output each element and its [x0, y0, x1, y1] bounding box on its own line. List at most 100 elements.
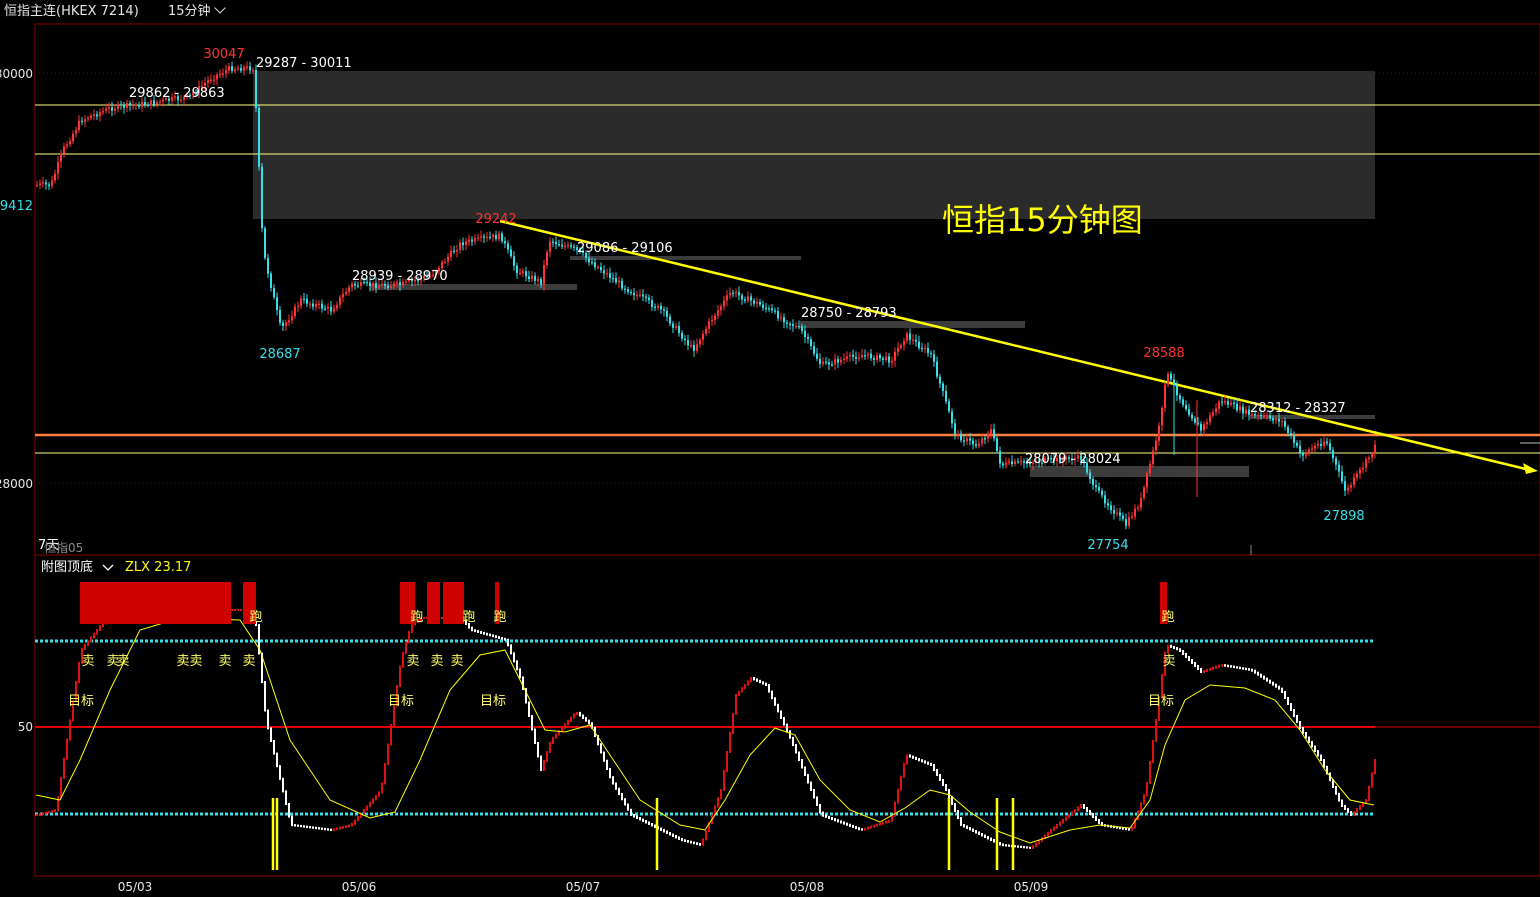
oscillator-bar [1083, 804, 1085, 809]
oscillator-bar [1374, 759, 1376, 775]
candle [60, 149, 62, 168]
oscillator-bar [66, 738, 68, 760]
candle [930, 350, 932, 358]
candle [1155, 436, 1157, 456]
candle [318, 300, 320, 310]
candle [669, 313, 671, 327]
candle [759, 298, 761, 307]
oscillator-bar [840, 820, 842, 824]
oscillator-bar [471, 626, 473, 632]
candle [282, 319, 284, 331]
oscillator-bar [264, 681, 266, 712]
candle [990, 423, 992, 439]
candle [810, 336, 812, 350]
oscillator-bar [885, 820, 887, 824]
extreme-label-high: 28588 [1143, 346, 1184, 361]
candle [606, 268, 608, 278]
candle [933, 349, 935, 367]
candle [1011, 455, 1013, 468]
oscillator-bar [1230, 665, 1232, 668]
candle [963, 434, 965, 447]
oscillator-bar [1278, 685, 1280, 690]
oscillator-bar [543, 760, 545, 771]
level-50-label: 50 [18, 720, 33, 734]
candle [69, 137, 71, 148]
oscillator-bar [798, 751, 800, 761]
candle [483, 233, 485, 244]
oscillator-bar [1128, 828, 1130, 831]
candle [642, 289, 644, 302]
candle [321, 299, 323, 313]
candle [948, 398, 950, 414]
oscillator-bar [1221, 664, 1223, 667]
oscillator-bar [39, 813, 41, 816]
date-label: 05/06 [342, 880, 377, 894]
candle [339, 295, 341, 309]
candle [348, 284, 350, 296]
candle [1362, 461, 1364, 474]
candle [747, 291, 749, 304]
candle [516, 262, 518, 279]
oscillator-bar [1020, 845, 1022, 848]
candle [780, 312, 782, 322]
oscillator-bar [546, 751, 548, 762]
candle [1020, 455, 1022, 466]
candle [1218, 399, 1220, 414]
candle [42, 176, 44, 188]
candle [987, 430, 989, 443]
candle [96, 110, 98, 121]
oscillator-bar [90, 636, 92, 643]
oscillator-bar [282, 777, 284, 793]
candle [66, 141, 68, 150]
candle [900, 343, 902, 351]
oscillator-bar [1194, 662, 1196, 667]
candle [306, 294, 308, 307]
signal-run-label: 跑 [1161, 610, 1174, 625]
candle [903, 337, 905, 351]
oscillator-bar [849, 823, 851, 827]
candle [495, 230, 497, 242]
oscillator-bar [1176, 647, 1178, 651]
candle [918, 335, 920, 351]
oscillator-bar [372, 798, 374, 804]
candle [657, 303, 659, 311]
price-label-30000: 30000 [0, 67, 33, 81]
candle [330, 301, 332, 316]
candle [1143, 485, 1145, 501]
candle [768, 305, 770, 312]
candle [828, 358, 830, 371]
trend-line [499, 219, 1531, 472]
oscillator-bar [666, 830, 668, 834]
candle [984, 435, 986, 445]
candle [648, 294, 650, 304]
candle [1167, 371, 1169, 388]
candle [1239, 400, 1241, 414]
candle [705, 325, 707, 337]
oscillator-bar [912, 755, 914, 759]
top-zone-block [80, 582, 231, 624]
candle [1356, 470, 1358, 481]
oscillator-bar [729, 732, 731, 753]
oscillator-bar [828, 815, 830, 819]
oscillator-bar [1200, 668, 1202, 673]
candle [246, 61, 248, 71]
oscillator-bar [1149, 761, 1151, 784]
oscillator-bar [267, 709, 269, 730]
candle [672, 321, 674, 334]
oscillator-bar [366, 805, 368, 811]
price-chart[interactable]: 30000 28000 恒指15分钟图 30047 29412 28687 29242 277… [0, 0, 1540, 897]
range-label: 29287 - 30011 [256, 56, 352, 71]
oscillator-bar [867, 826, 869, 830]
candle [720, 303, 722, 316]
candle [699, 337, 701, 348]
oscillator-bar [1218, 664, 1220, 668]
oscillator-bar [1212, 666, 1214, 670]
candle [1200, 421, 1202, 435]
candle [735, 288, 737, 298]
candle [843, 353, 845, 365]
oscillator-bar [984, 834, 986, 838]
candle [630, 289, 632, 296]
candle [504, 236, 506, 248]
oscillator-bar [1368, 785, 1370, 801]
candle [852, 349, 854, 362]
